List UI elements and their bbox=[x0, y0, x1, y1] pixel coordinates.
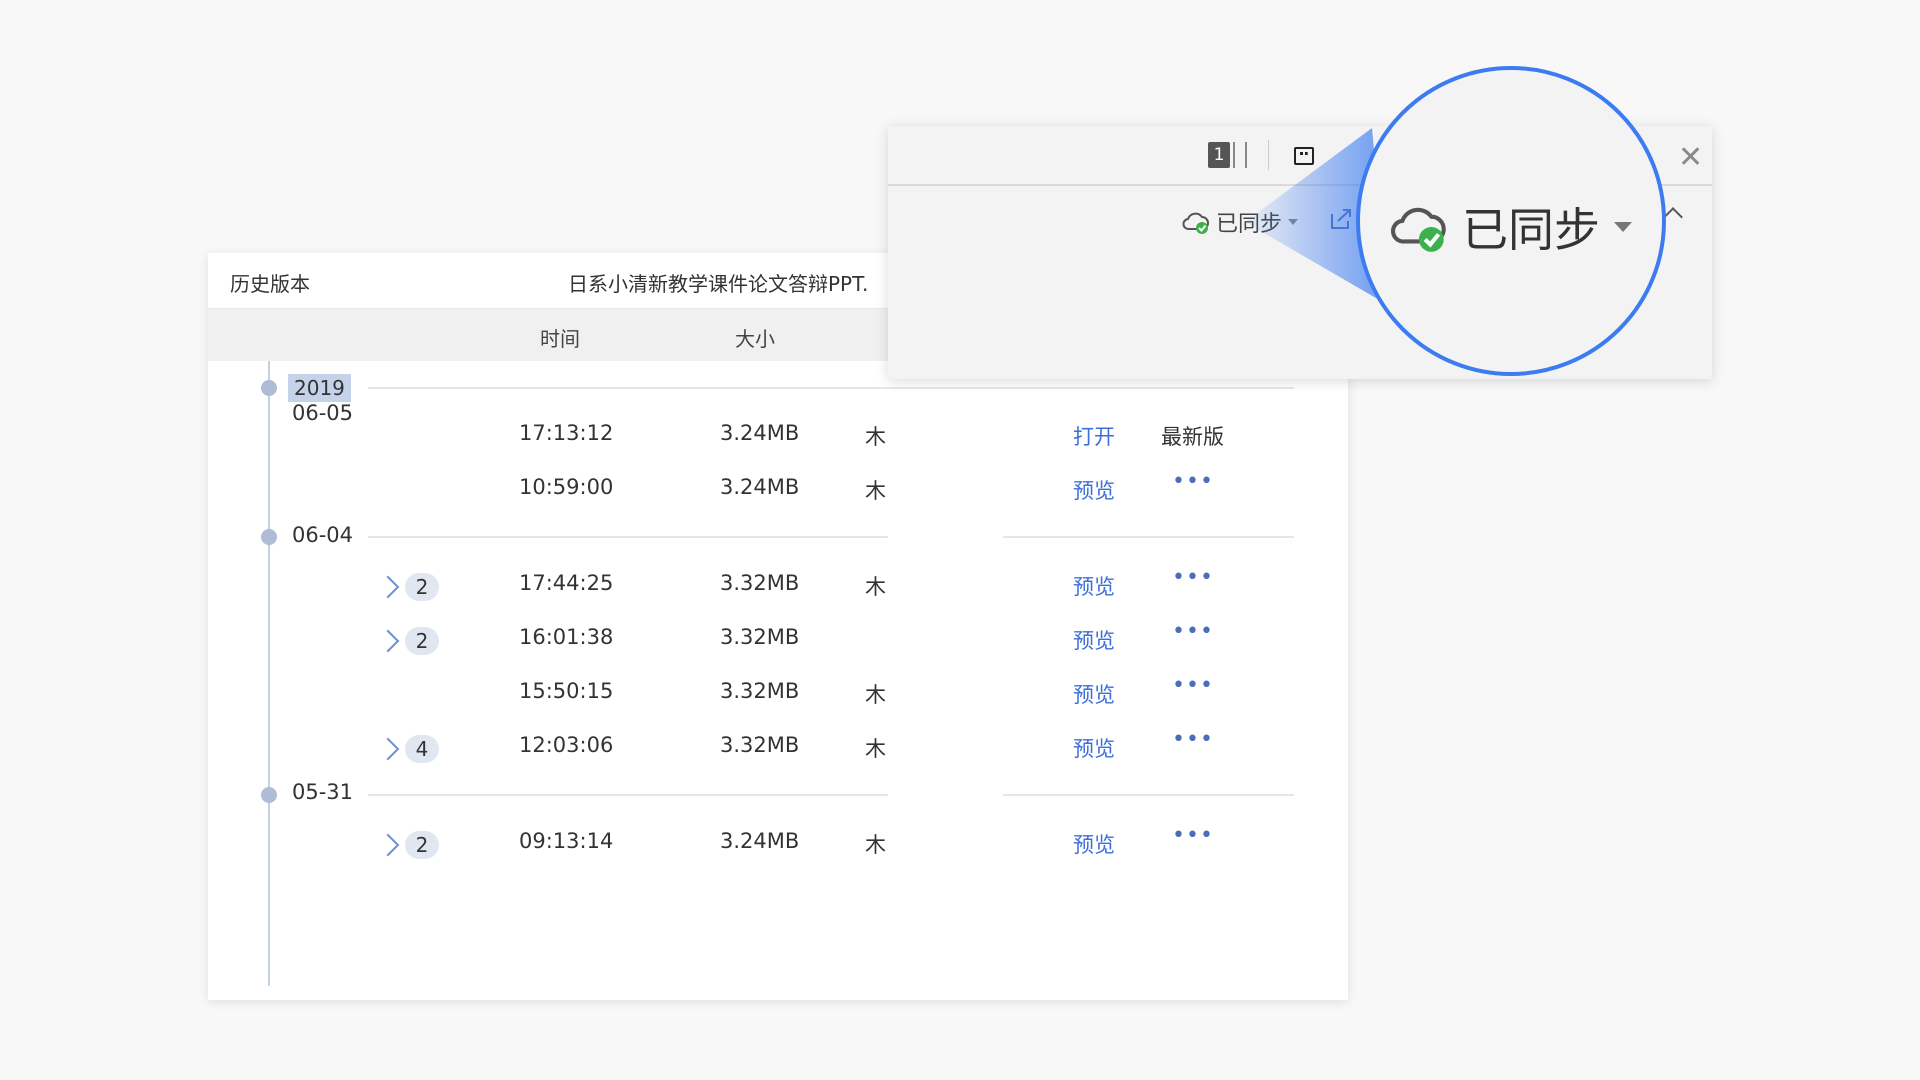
chevron-right-icon[interactable] bbox=[376, 629, 400, 653]
group-divider bbox=[1003, 794, 1294, 796]
close-icon[interactable]: ✕ bbox=[1678, 140, 1703, 175]
row-time: 09:13:14 bbox=[519, 829, 614, 853]
row-time: 17:44:25 bbox=[519, 571, 614, 595]
column-size: 大小 bbox=[735, 327, 775, 351]
table-row[interactable]: 15:50:15 3.32MB 木 预览 ••• bbox=[208, 673, 1348, 719]
more-icon[interactable]: ••• bbox=[1172, 823, 1214, 848]
row-author: 木 bbox=[865, 683, 886, 707]
latest-version-label: 最新版 bbox=[1161, 425, 1224, 449]
date-label: 06-04 bbox=[292, 523, 354, 547]
row-size: 3.32MB bbox=[720, 625, 800, 649]
row-author: 木 bbox=[865, 833, 886, 857]
preview-button[interactable]: 预览 bbox=[1073, 679, 1115, 709]
more-icon[interactable]: ••• bbox=[1172, 619, 1214, 644]
group-divider bbox=[368, 536, 888, 538]
caret-down-icon bbox=[1288, 219, 1299, 225]
preview-button[interactable]: 预览 bbox=[1073, 571, 1115, 601]
pages-icon[interactable] bbox=[1233, 142, 1247, 168]
more-icon[interactable]: ••• bbox=[1172, 673, 1214, 698]
table-row[interactable]: 10:59:00 3.24MB 木 预览 ••• bbox=[208, 469, 1348, 515]
group-divider bbox=[1003, 536, 1294, 538]
preview-button[interactable]: 预览 bbox=[1073, 829, 1115, 859]
page-count-badge[interactable]: 1 bbox=[1208, 142, 1230, 168]
toolbar-divider bbox=[1268, 140, 1269, 170]
sync-status-zoomed: 已同步 bbox=[1390, 194, 1632, 260]
share-icon[interactable] bbox=[1328, 206, 1354, 232]
table-row[interactable]: 2 09:13:14 3.24MB 木 预览 ••• bbox=[208, 823, 1348, 869]
row-author: 木 bbox=[865, 425, 886, 449]
chevron-right-icon[interactable] bbox=[376, 833, 400, 857]
row-time: 10:59:00 bbox=[519, 475, 614, 499]
more-icon[interactable]: ••• bbox=[1172, 469, 1214, 494]
timeline-dot bbox=[261, 529, 277, 545]
open-button[interactable]: 打开 bbox=[1073, 421, 1115, 451]
date-label: 05-31 bbox=[292, 780, 354, 804]
row-time: 12:03:06 bbox=[519, 733, 614, 757]
chevron-up-icon[interactable] bbox=[1663, 207, 1683, 227]
timeline-dot bbox=[261, 787, 277, 803]
version-count-badge: 4 bbox=[405, 735, 439, 763]
row-size: 3.24MB bbox=[720, 421, 800, 445]
row-size: 3.32MB bbox=[720, 571, 800, 595]
magnifier-callout: 已同步 bbox=[1356, 66, 1666, 376]
row-author: 木 bbox=[865, 575, 886, 599]
dialog-title: 历史版本 bbox=[230, 272, 310, 296]
version-list: 2019 06-05 17:13:12 3.24MB 木 打开 最新版 10:5… bbox=[208, 361, 1348, 1000]
table-row[interactable]: 2 17:44:25 3.32MB 木 预览 ••• bbox=[208, 565, 1348, 611]
version-count-badge: 2 bbox=[405, 573, 439, 601]
preview-button[interactable]: 预览 bbox=[1073, 625, 1115, 655]
table-row[interactable]: 4 12:03:06 3.32MB 木 预览 ••• bbox=[208, 727, 1348, 773]
row-time: 16:01:38 bbox=[519, 625, 614, 649]
file-name: 日系小清新教学课件论文答辩PPT. bbox=[568, 272, 869, 296]
preview-button[interactable]: 预览 bbox=[1073, 475, 1115, 505]
column-time: 时间 bbox=[540, 327, 580, 351]
table-row[interactable]: 17:13:12 3.24MB 木 打开 最新版 bbox=[208, 421, 1348, 461]
preview-button[interactable]: 预览 bbox=[1073, 733, 1115, 763]
row-size: 3.24MB bbox=[720, 475, 800, 499]
row-size: 3.32MB bbox=[720, 679, 800, 703]
caret-down-icon bbox=[1614, 222, 1632, 232]
sync-status-button[interactable]: 已同步 bbox=[1182, 206, 1299, 238]
version-count-badge: 2 bbox=[405, 627, 439, 655]
row-time: 15:50:15 bbox=[519, 679, 614, 703]
row-author: 木 bbox=[865, 479, 886, 503]
cloud-synced-icon bbox=[1390, 207, 1446, 252]
table-row[interactable]: 2 16:01:38 3.32MB 预览 ••• bbox=[208, 619, 1348, 665]
sync-status-label: 已同步 bbox=[1462, 203, 1600, 257]
version-count-badge: 2 bbox=[405, 831, 439, 859]
group-divider bbox=[368, 794, 888, 796]
row-author: 木 bbox=[865, 737, 886, 761]
more-icon[interactable]: ••• bbox=[1172, 565, 1214, 590]
window-icon[interactable] bbox=[1294, 147, 1314, 165]
chevron-right-icon[interactable] bbox=[376, 575, 400, 599]
row-time: 17:13:12 bbox=[519, 421, 614, 445]
year-badge: 2019 bbox=[288, 374, 351, 402]
group-divider bbox=[368, 387, 1294, 389]
row-size: 3.24MB bbox=[720, 829, 800, 853]
sync-status-label: 已同步 bbox=[1216, 212, 1283, 237]
row-size: 3.32MB bbox=[720, 733, 800, 757]
cloud-synced-icon bbox=[1182, 212, 1209, 234]
chevron-right-icon[interactable] bbox=[376, 737, 400, 761]
more-icon[interactable]: ••• bbox=[1172, 727, 1214, 752]
timeline-dot bbox=[261, 380, 277, 396]
